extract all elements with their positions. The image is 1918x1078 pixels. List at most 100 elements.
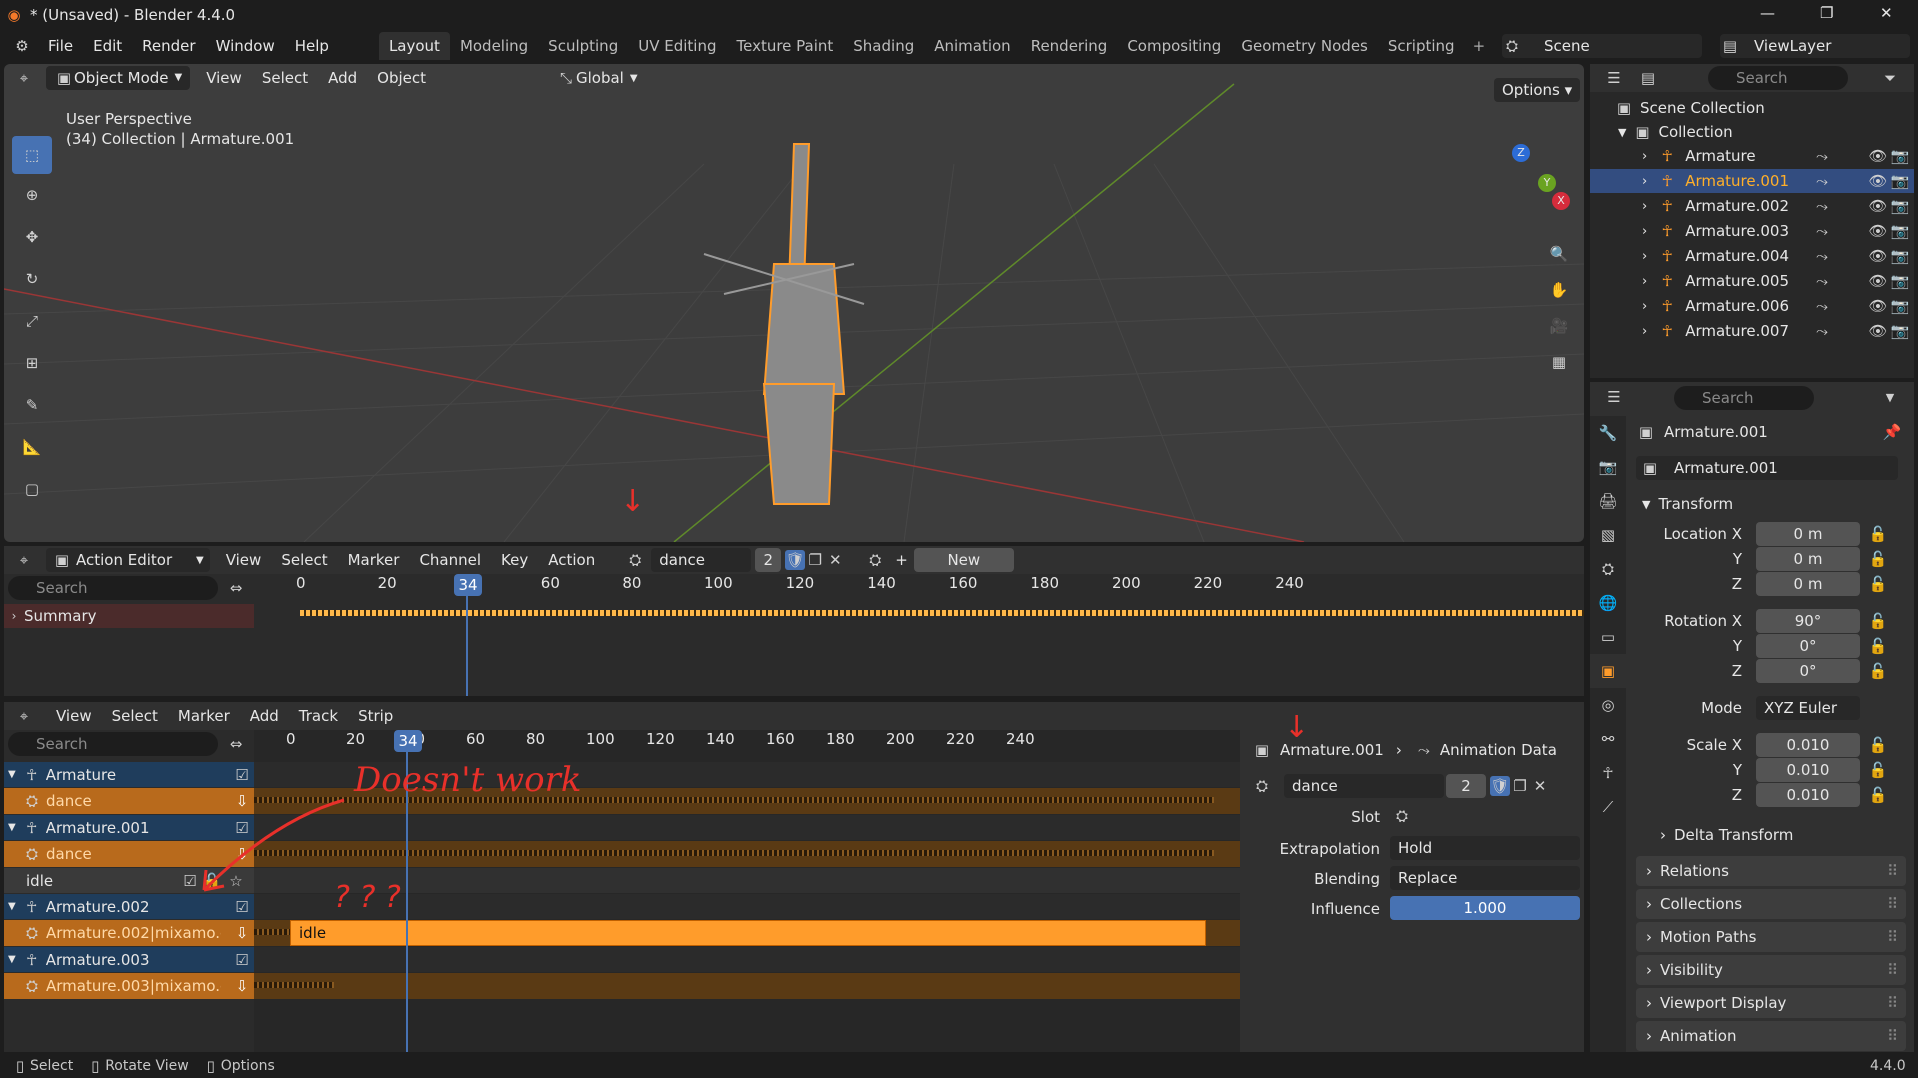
editor-type-icon[interactable]: ⌖ [14,550,34,570]
scene-selector[interactable]: ⛭ Scene [1502,34,1702,58]
nla-menu-track[interactable]: Track [289,707,348,725]
drag-handle-icon[interactable]: ⠿ [1887,862,1898,880]
render-camera-icon[interactable]: 📷 [1890,221,1910,241]
action-menu-key[interactable]: Key [491,551,538,569]
outliner-item[interactable]: › ☥ Armature.001 ⤳ 👁 📷 [1590,169,1914,193]
action-menu-select[interactable]: Select [271,551,337,569]
render-camera-icon[interactable]: 📷 [1890,246,1910,266]
viewport-menu-select[interactable]: Select [252,69,318,87]
duplicate-icon[interactable]: ❐ [805,550,825,570]
swap-icon[interactable]: ⇔ [226,578,246,598]
gizmo-x[interactable]: X [1552,192,1570,210]
gizmo-z[interactable]: Z [1512,144,1530,162]
viewport-menu-view[interactable]: View [196,69,252,87]
action-browse-icon[interactable]: ⛭ [1252,776,1272,796]
sidebar-action-field[interactable]: dance [1284,774,1444,798]
influence-slider[interactable]: 1.000 [1390,896,1580,920]
visibility-eye-icon[interactable]: 👁 [1868,296,1888,316]
visibility-eye-icon[interactable]: 👁 [1868,321,1888,341]
grid-icon[interactable]: ▦ [1549,352,1569,388]
transform-value-field[interactable]: XYZ Euler [1756,696,1860,720]
pan-hand-icon[interactable]: ✋ [1549,280,1569,316]
lock-icon[interactable]: 🔓 [1868,524,1888,544]
action-menu-action[interactable]: Action [538,551,605,569]
select-box-icon[interactable]: ⬚ [12,136,52,174]
measure-icon[interactable]: 📐 [12,426,52,468]
outliner-item[interactable]: › ☥ Armature ⤳ 👁 📷 [1590,144,1914,168]
action-menu-channel[interactable]: Channel [409,551,491,569]
move-icon[interactable]: ✥ [12,216,52,258]
outliner-search-input[interactable]: Search [1708,66,1848,90]
options-button[interactable]: Options ▾ [1494,78,1581,102]
zoom-icon[interactable]: 🔍 [1549,244,1569,280]
drag-handle-icon[interactable]: ⠿ [1887,961,1898,979]
editor-type-icon[interactable]: ☰ [1604,387,1624,407]
lock-icon[interactable]: 🔓 [1868,574,1888,594]
push-down-icon[interactable]: ⇩ [232,976,252,996]
editor-type-icon[interactable]: ☰ [1604,68,1624,88]
maximize-button[interactable]: ❐ [1820,4,1833,22]
tab-scripting[interactable]: Scripting [1378,32,1465,60]
tab-uv-editing[interactable]: UV Editing [628,32,726,60]
delta-transform-row[interactable]: › Delta Transform [1660,826,1793,844]
lock-icon[interactable]: 🔓 [1868,661,1888,681]
drag-handle-icon[interactable]: ⠿ [1887,994,1898,1012]
collection-tab-icon[interactable]: ▭ [1590,620,1626,654]
transform-value-field[interactable]: 0° [1756,634,1860,658]
render-camera-icon[interactable]: 📷 [1890,196,1910,216]
viewport-3d[interactable]: ⌖ ▣ Object Mode ▼ View Select Add Object ⤡ … [4,64,1584,542]
idle-strip[interactable]: idle [290,920,1206,946]
lock-icon[interactable]: 🔓 [1868,760,1888,780]
nla-menu-strip[interactable]: Strip [348,707,403,725]
menu-help[interactable]: Help [285,37,339,55]
slot-icon[interactable]: ⛭ [865,550,885,570]
blender-menu-icon[interactable]: ⚙ [12,36,32,56]
section-relations[interactable]: › Relations ⠿ [1636,856,1906,886]
blending-dropdown[interactable]: Replace [1390,866,1580,890]
scale-icon[interactable]: ⤢ [12,300,52,342]
transform-value-field[interactable]: 90° [1756,609,1860,633]
outliner-item[interactable]: › ☥ Armature.003 ⤳ 👁 📷 [1590,219,1914,243]
action-search-input[interactable]: Search [8,576,218,600]
fake-user-shield-icon[interactable]: 🛡 [1490,776,1510,796]
visibility-eye-icon[interactable]: 👁 [1868,196,1888,216]
checkbox-icon[interactable]: ☑ [232,765,252,785]
physics-tab-icon[interactable]: ◎ [1590,688,1626,722]
armature-data-tab-icon[interactable]: ☥ [1590,756,1626,790]
collection-row[interactable]: ▼ ▣ Collection [1618,120,1908,144]
extrapolation-dropdown[interactable]: Hold [1390,836,1580,860]
properties-search-input[interactable]: Search [1674,386,1814,410]
menu-window[interactable]: Window [206,37,285,55]
lock-icon[interactable]: 🔓 [1868,785,1888,805]
outliner-item[interactable]: › ☥ Armature.006 ⤳ 👁 📷 [1590,294,1914,318]
tab-rendering[interactable]: Rendering [1021,32,1118,60]
view-layer-tab-icon[interactable]: ▧ [1590,518,1626,552]
lock-icon[interactable]: 🔓 [1868,549,1888,569]
render-camera-icon[interactable]: 📷 [1890,321,1910,341]
transform-value-field[interactable]: 0.010 [1756,758,1860,782]
summary-channel[interactable]: › Summary [4,604,254,628]
cursor-icon[interactable]: ⊕ [12,174,52,216]
swap-icon[interactable]: ⇔ [226,734,246,754]
annotate-icon[interactable]: ✎ [12,384,52,426]
nla-menu-view[interactable]: View [46,707,102,725]
navigation-gizmo[interactable]: Z Y X [1474,144,1570,234]
nla-menu-marker[interactable]: Marker [168,707,240,725]
viewlayer-selector[interactable]: ▤ ViewLayer [1720,34,1910,58]
slot-icon[interactable]: ⛭ [1392,806,1412,826]
rotate-icon[interactable]: ↻ [12,258,52,300]
add-plus-icon[interactable]: + [895,551,908,569]
camera-icon[interactable]: 🎥 [1549,316,1569,352]
transform-value-field[interactable]: 0 m [1756,547,1860,571]
mode-dropdown[interactable]: ▣ Object Mode ▼ [46,66,191,90]
display-mode-icon[interactable]: ▤ [1638,68,1658,88]
filter-icon[interactable]: ⏷ [1880,68,1900,88]
action-users-count[interactable]: 2 [755,548,782,572]
add-workspace-button[interactable]: + [1473,37,1486,55]
transform-value-field[interactable]: 0 m [1756,522,1860,546]
tab-geometry-nodes[interactable]: Geometry Nodes [1231,32,1378,60]
action-name-field[interactable]: dance [651,548,752,572]
outliner-item[interactable]: › ☥ Armature.002 ⤳ 👁 📷 [1590,194,1914,218]
menu-file[interactable]: File [38,37,83,55]
tab-animation[interactable]: Animation [924,32,1020,60]
